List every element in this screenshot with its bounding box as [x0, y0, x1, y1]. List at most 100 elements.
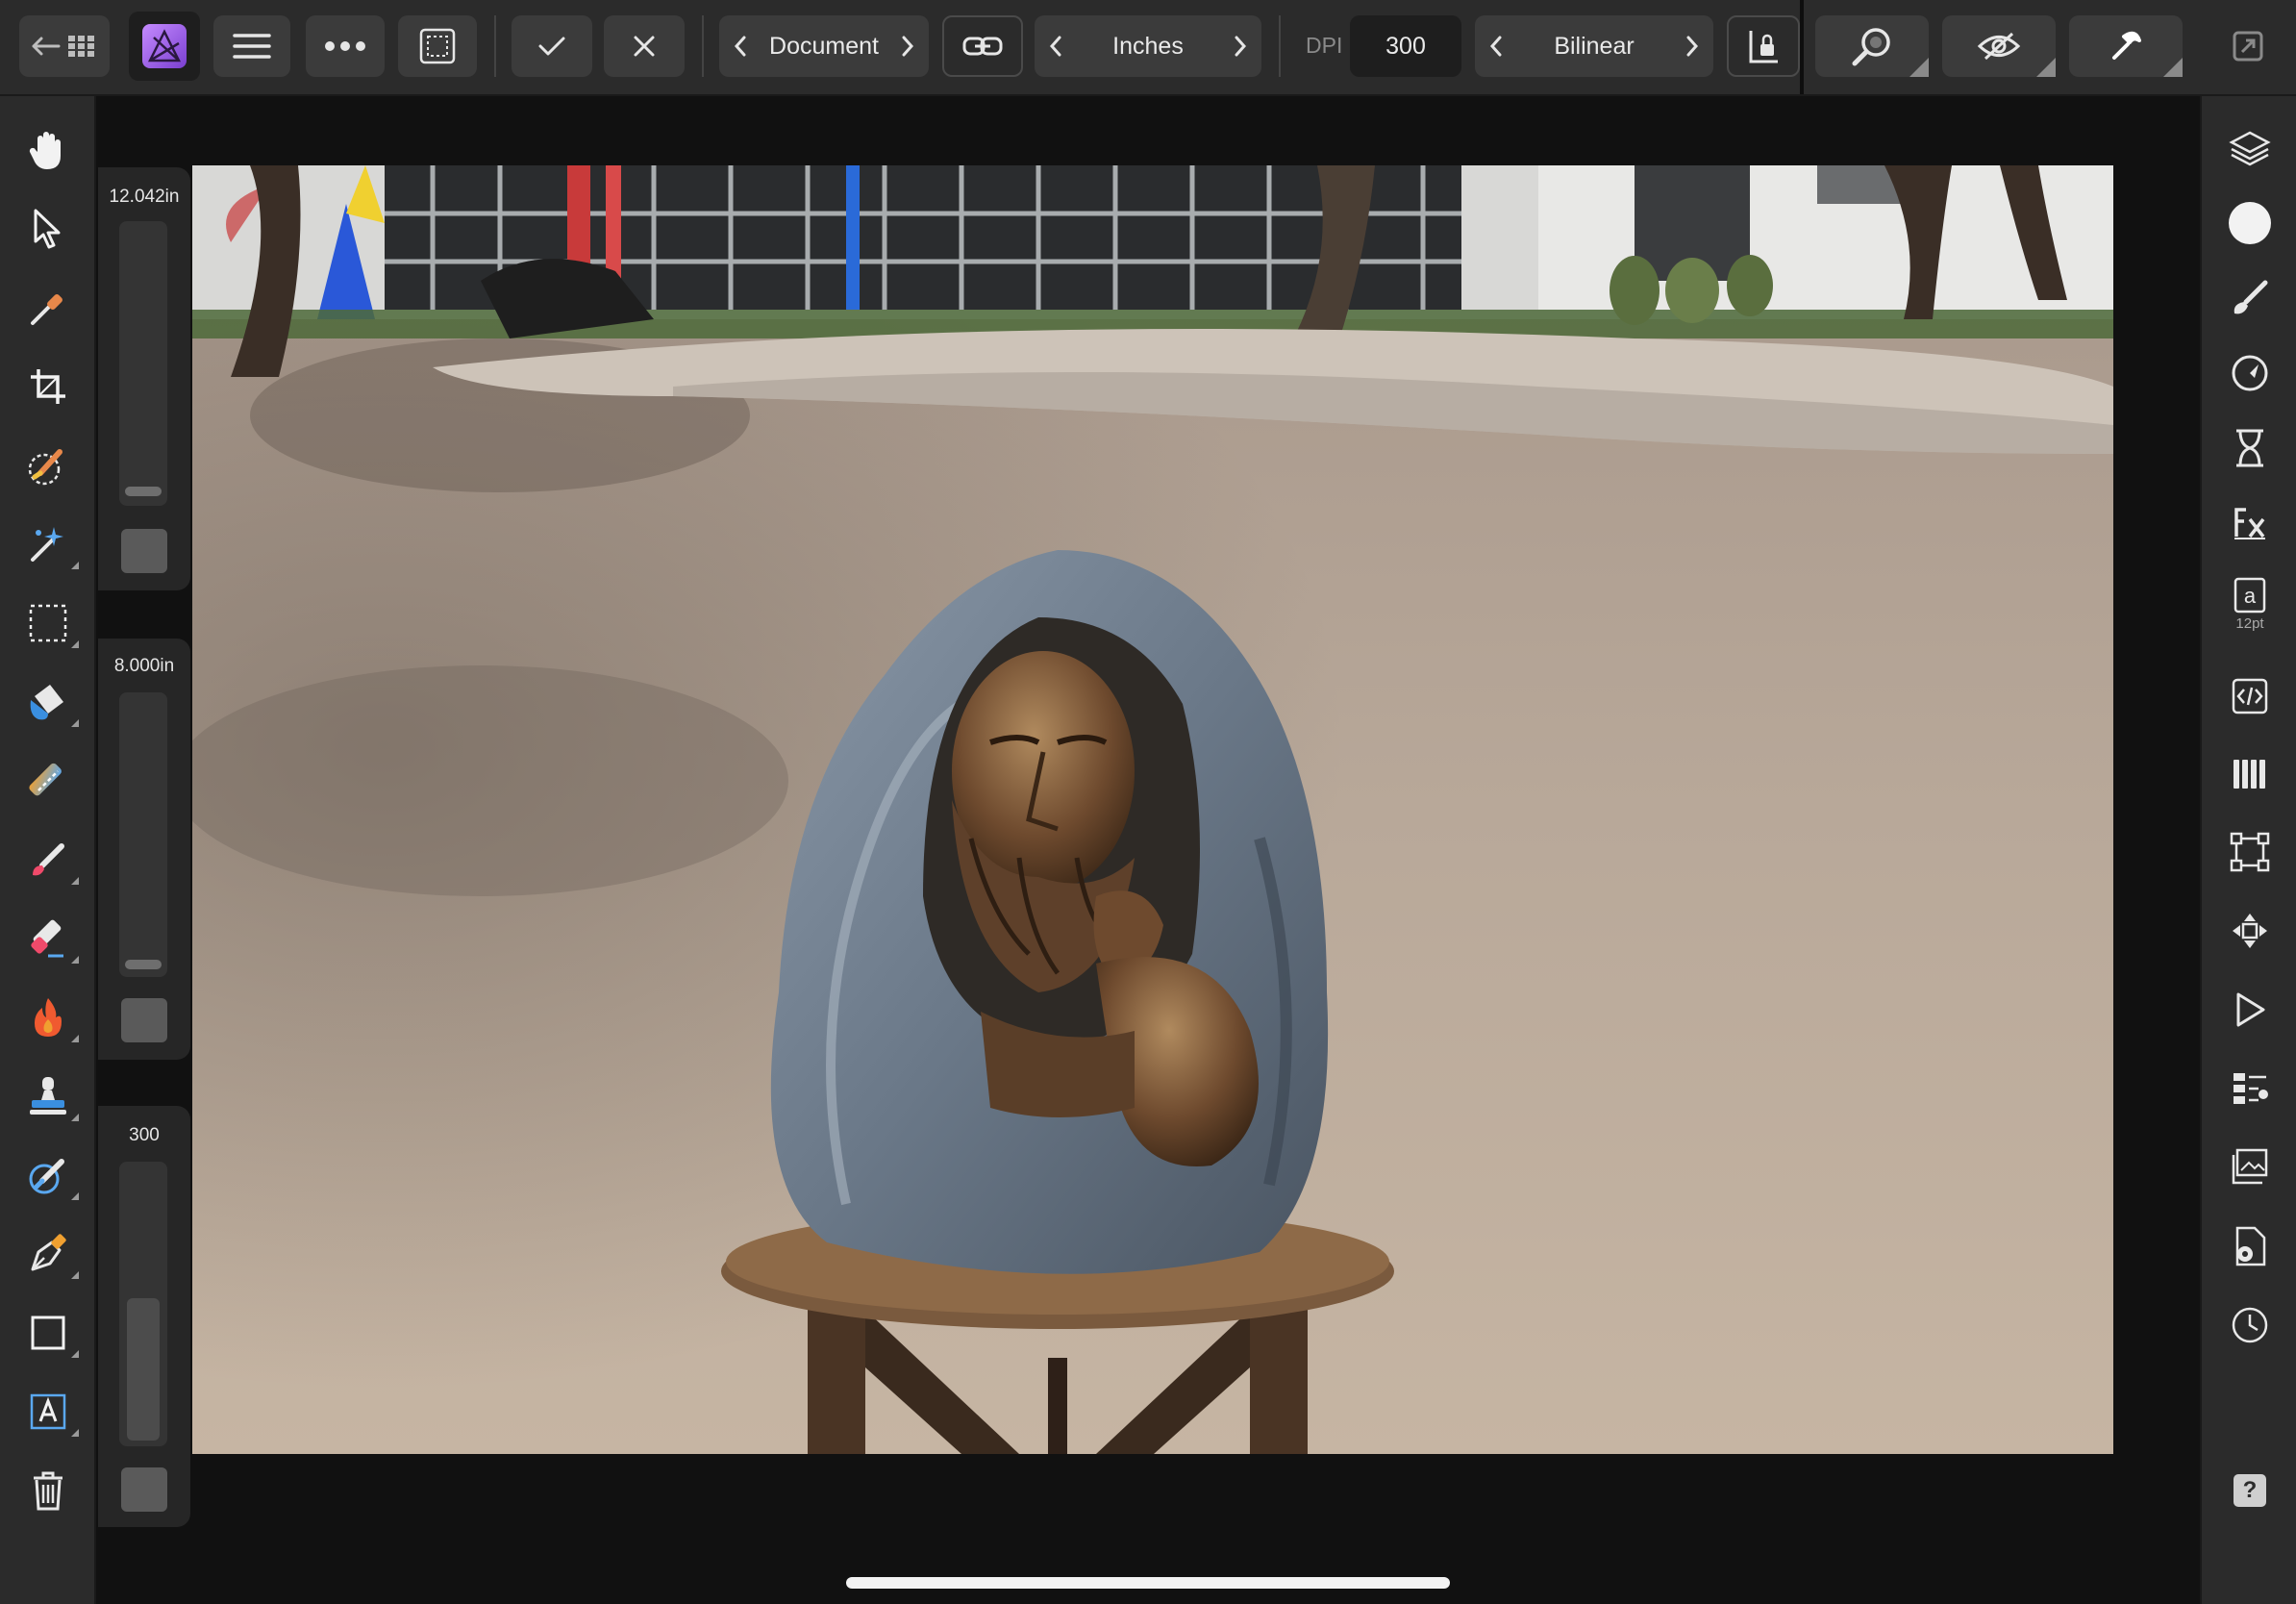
adjustments-studio[interactable]: [2221, 344, 2279, 402]
brushes-studio[interactable]: [2221, 269, 2279, 327]
erase-brush-tool[interactable]: [21, 912, 79, 965]
snapshots-icon: [2232, 1148, 2268, 1185]
apply-button[interactable]: [512, 15, 592, 77]
recorder-studio[interactable]: [2221, 1296, 2279, 1354]
tools-panel: [0, 96, 96, 1604]
ellipsis-icon: [325, 41, 365, 51]
gradient-tool[interactable]: [21, 754, 75, 808]
persona-back-button[interactable]: [19, 15, 110, 77]
top-toolbar: Document Inches DPI 300 Bilinear: [0, 0, 2296, 96]
pen-tool[interactable]: [21, 1227, 79, 1281]
layers-studio[interactable]: [2221, 119, 2279, 177]
link-icon: [962, 37, 1003, 56]
marquee-tool[interactable]: [21, 596, 79, 650]
chevron-right-icon: [1235, 36, 1247, 57]
close-icon: [634, 36, 655, 57]
crop-tool[interactable]: [21, 360, 75, 414]
chevron-right-icon: [902, 36, 914, 57]
eyedropper-icon: [31, 294, 62, 325]
text-icon: [30, 1393, 66, 1430]
units-prev-button[interactable]: [1035, 15, 1077, 77]
dpi-field[interactable]: 300: [1350, 15, 1461, 77]
flood-fill-tool[interactable]: [21, 675, 79, 729]
artistic-text-tool[interactable]: [21, 1385, 79, 1439]
clone-brush-tool[interactable]: [21, 1069, 79, 1123]
resample-next-button[interactable]: [1671, 15, 1713, 77]
width-slider-thumb[interactable]: [125, 487, 162, 496]
resample-value: Bilinear: [1554, 32, 1635, 60]
resample-selector[interactable]: Bilinear: [1475, 15, 1713, 77]
zoom-button[interactable]: [1815, 15, 1929, 77]
fullscreen-button[interactable]: [2217, 15, 2279, 77]
navigator-studio[interactable]: [2221, 902, 2279, 960]
selection-button[interactable]: [398, 15, 477, 77]
delete-tool[interactable]: [21, 1464, 75, 1517]
paint-brush-tool[interactable]: [21, 833, 79, 887]
home-indicator[interactable]: [846, 1577, 1450, 1589]
back-grid-icon: [32, 36, 94, 57]
assistant-options-indicator: [2163, 58, 2183, 77]
macro-studio[interactable]: [2221, 981, 2279, 1039]
dpi-slider-label: 300: [129, 1125, 160, 1145]
rectangle-tool[interactable]: [21, 1306, 79, 1360]
size-mode-prev-button[interactable]: [719, 15, 761, 77]
size-mode-next-button[interactable]: [886, 15, 929, 77]
magic-wand-icon: [31, 527, 63, 562]
app-logo[interactable]: [129, 12, 200, 81]
hand-icon: [29, 132, 62, 169]
pen-nib-icon: [31, 1234, 66, 1271]
units-next-button[interactable]: [1219, 15, 1261, 77]
dpi-slider-reset[interactable]: [121, 1467, 167, 1512]
gradient-icon: [29, 763, 62, 796]
units-selector[interactable]: Inches: [1035, 15, 1261, 77]
chevron-left-icon: [734, 36, 746, 57]
height-slider-reset[interactable]: [121, 998, 167, 1042]
history-studio[interactable]: [2221, 419, 2279, 477]
selection-brush-icon: [28, 449, 62, 486]
library-list-icon: [2234, 1073, 2268, 1104]
resample-prev-button[interactable]: [1475, 15, 1517, 77]
eye-icon: [1977, 32, 2021, 61]
library-studio[interactable]: [2221, 1060, 2279, 1117]
eraser-icon: [31, 919, 63, 958]
view-options-indicator: [2036, 58, 2056, 77]
more-button[interactable]: [306, 15, 385, 77]
move-tool[interactable]: [21, 202, 75, 256]
healing-brush-tool[interactable]: [21, 1148, 79, 1202]
help-button[interactable]: ?: [2221, 1462, 2279, 1519]
fx-studio[interactable]: [2221, 494, 2279, 552]
flood-select-tool[interactable]: [21, 517, 79, 571]
dodge-brush-tool[interactable]: [21, 990, 79, 1044]
fullscreen-icon: [2233, 31, 2263, 62]
channels-studio[interactable]: [2221, 744, 2279, 802]
menu-button[interactable]: [213, 15, 290, 77]
height-value-label: 8.000in: [113, 656, 175, 676]
cancel-button[interactable]: [604, 15, 685, 77]
stock-studio[interactable]: [2221, 667, 2279, 725]
chevron-right-icon: [1686, 36, 1699, 57]
color-picker-tool[interactable]: [21, 281, 75, 335]
dpi-slider-fill[interactable]: [127, 1298, 160, 1441]
dpi-slider[interactable]: [119, 1162, 167, 1446]
width-slider[interactable]: [119, 221, 167, 506]
width-slider-reset[interactable]: [121, 529, 167, 573]
link-dimensions-button[interactable]: [942, 15, 1023, 77]
fx-icon: [2234, 508, 2265, 539]
height-slider-thumb[interactable]: [125, 960, 162, 969]
rectangle-icon: [31, 1316, 65, 1350]
height-slider[interactable]: [119, 692, 167, 977]
selection-brush-tool[interactable]: [21, 439, 75, 492]
zoom-options-indicator: [1909, 58, 1929, 77]
document-settings-studio[interactable]: [2221, 1217, 2279, 1275]
transform-studio[interactable]: [2221, 823, 2279, 881]
view-mode-button[interactable]: [1942, 15, 2056, 77]
assistant-button[interactable]: [2069, 15, 2183, 77]
character-studio[interactable]: a 12pt: [2221, 569, 2279, 639]
colour-studio[interactable]: [2221, 194, 2279, 252]
size-mode-selector[interactable]: Document: [719, 15, 929, 77]
lock-button[interactable]: [1727, 15, 1800, 77]
view-tool[interactable]: [21, 123, 75, 177]
snapshots-studio[interactable]: [2221, 1139, 2279, 1196]
document-canvas[interactable]: [192, 165, 2113, 1454]
marquee-selection-icon: [419, 28, 456, 64]
